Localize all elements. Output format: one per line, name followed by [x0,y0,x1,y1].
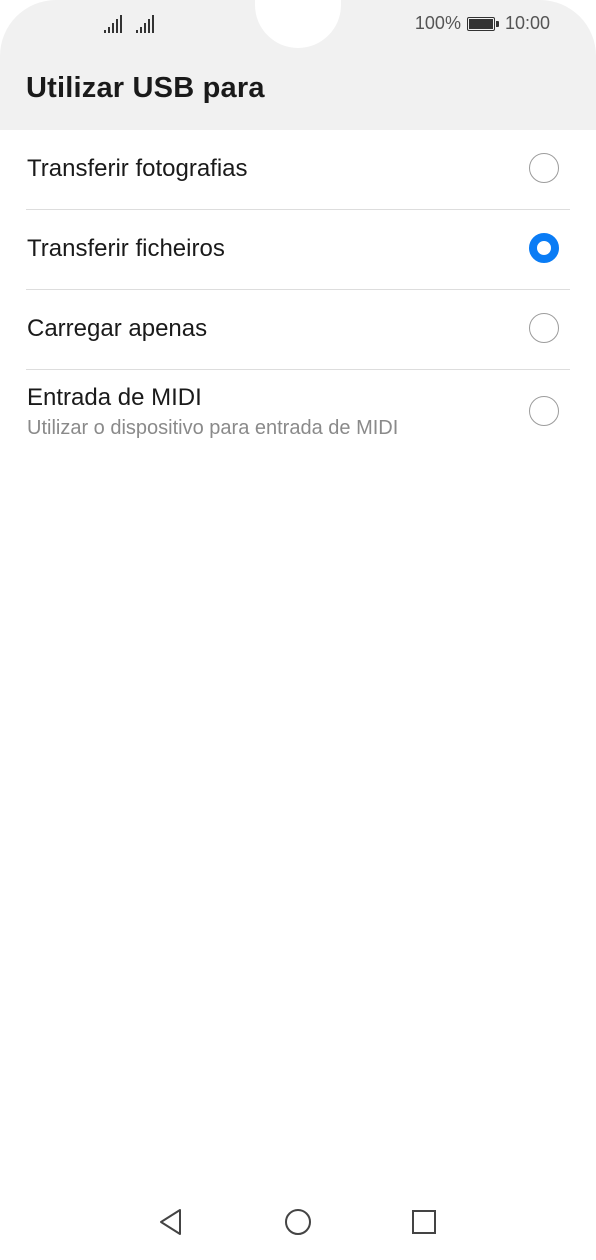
option-charge-only[interactable]: Carregar apenas [26,290,570,370]
battery-full-icon [466,16,499,31]
header: 100% 10:00 Utilizar USB para [0,0,596,130]
radio-button-selected[interactable] [529,233,559,263]
option-label: Transferir ficheiros [27,235,225,262]
usb-preferences-screen: 100% 10:00 Utilizar USB para Transferir … [0,0,596,1260]
radio-button[interactable] [529,153,559,183]
status-bar-right: 100% 10:00 [415,13,550,34]
status-bar-left [104,15,154,33]
usb-options-list: Transferir fotografias Transferir fichei… [0,130,596,452]
navigation-bar [0,1195,596,1251]
option-label: Entrada de MIDI [27,384,202,411]
option-label: Transferir fotografias [27,155,248,182]
option-transfer-files[interactable]: Transferir ficheiros [26,210,570,290]
clock: 10:00 [504,13,550,33]
option-midi-input[interactable]: Entrada de MIDI Utilizar o dispositivo p… [26,370,570,452]
home-circle-icon[interactable] [283,1207,313,1237]
recents-square-icon[interactable] [409,1207,439,1237]
signal-icon [104,15,122,33]
back-triangle-icon[interactable] [156,1207,186,1237]
camera-notch [255,0,341,48]
option-transfer-photos[interactable]: Transferir fotografias [26,130,570,210]
option-label: Carregar apenas [27,315,208,342]
radio-button[interactable] [529,396,559,426]
option-sublabel: Utilizar o dispositivo para entrada de M… [27,417,399,439]
page-title: Utilizar USB para [26,72,265,104]
radio-button[interactable] [529,313,559,343]
signal-icon [136,15,154,33]
battery-percent: 100% [414,13,461,33]
